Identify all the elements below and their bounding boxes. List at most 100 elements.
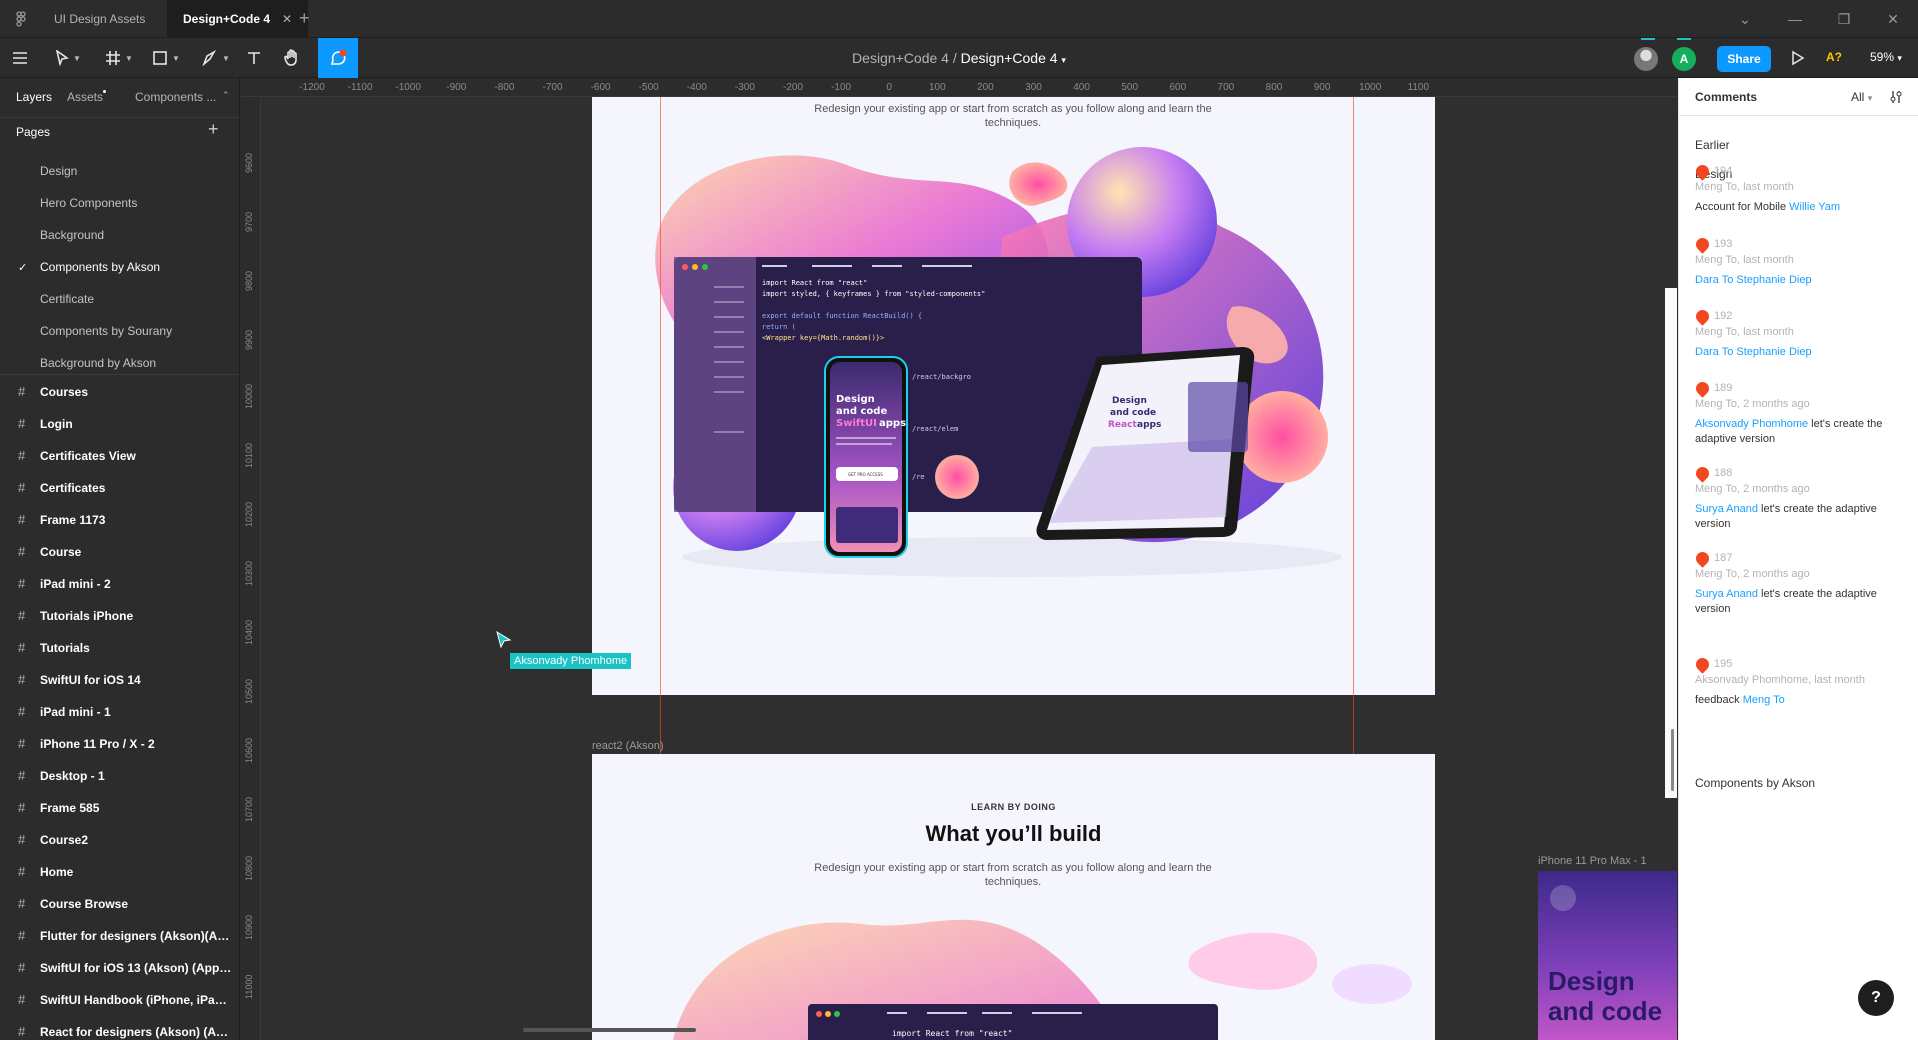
layer-row[interactable]: # SwiftUI Handbook (iPhone, iPad a... bbox=[0, 983, 239, 1015]
layer-row[interactable]: # Tutorials iPhone bbox=[0, 599, 239, 631]
tab-design-code-4[interactable]: Design+Code 4 ✕ bbox=[167, 0, 309, 38]
layer-row[interactable]: # iPad mini - 1 bbox=[0, 695, 239, 727]
frame-tool-button[interactable]: ▼ bbox=[101, 38, 137, 78]
frame-react-hero[interactable]: Redesign your existing app or start from… bbox=[592, 97, 1435, 695]
ruler-tick-label: 9800 bbox=[244, 270, 254, 291]
layer-row[interactable]: # Frame 585 bbox=[0, 791, 239, 823]
ruler-tick-label: 100 bbox=[928, 82, 946, 93]
layer-row[interactable]: # SwiftUI for iOS 13 (Akson) (Appro... bbox=[0, 951, 239, 983]
frame-label[interactable]: react2 (Akson) bbox=[592, 740, 664, 752]
play-icon[interactable] bbox=[1791, 50, 1805, 66]
frame-react2[interactable]: LEARN BY DOING What you’ll build Redesig… bbox=[592, 754, 1435, 1040]
avatar[interactable] bbox=[1634, 47, 1658, 71]
scrollbar-vertical[interactable] bbox=[1665, 288, 1677, 798]
layer-row[interactable]: # Course bbox=[0, 535, 239, 567]
restore-icon[interactable]: ❐ bbox=[1835, 10, 1853, 28]
layer-name: SwiftUI Handbook (iPhone, iPad a... bbox=[40, 993, 232, 1007]
frame-icon: # bbox=[18, 736, 26, 751]
comment-number: 195 bbox=[1714, 658, 1733, 670]
add-page-icon[interactable]: + bbox=[208, 119, 219, 140]
comment-meta: Meng To, 2 months ago bbox=[1695, 483, 1810, 495]
mention-link[interactable]: Dara To Stephanie Diep bbox=[1695, 274, 1812, 286]
comments-panel: Comments All ▾ Earlier Design Components… bbox=[1678, 78, 1918, 1040]
add-tab-icon[interactable]: + bbox=[299, 8, 310, 29]
project-name[interactable]: Design+Code 4 bbox=[852, 50, 949, 66]
page-item[interactable]: Design bbox=[40, 164, 77, 178]
page-item-current[interactable]: Components by Akson bbox=[40, 260, 160, 274]
frame-iphone-11-pro-max[interactable]: Design and code bbox=[1538, 871, 1677, 1040]
figma-logo-icon[interactable] bbox=[12, 10, 30, 28]
filter-label: All bbox=[1851, 90, 1865, 104]
ruler-tick-label: 700 bbox=[1217, 82, 1235, 93]
ruler-tick-label: 9900 bbox=[244, 329, 254, 350]
ruler-tick-label: 9600 bbox=[244, 152, 254, 173]
comments-filter[interactable]: All ▾ bbox=[1851, 90, 1872, 104]
zoom-level[interactable]: 59% ▾ bbox=[1870, 50, 1902, 64]
layer-row[interactable]: # Certificates View bbox=[0, 439, 239, 471]
close-window-icon[interactable]: ✕ bbox=[1884, 10, 1902, 28]
page-item[interactable]: Background bbox=[40, 228, 104, 242]
scrollbar-horizontal[interactable] bbox=[523, 1028, 696, 1032]
minimize-icon[interactable]: — bbox=[1786, 10, 1804, 28]
code-line: import React from "react" bbox=[762, 279, 867, 287]
comment-number: 188 bbox=[1714, 467, 1733, 479]
layer-row[interactable]: # Desktop - 1 bbox=[0, 759, 239, 791]
layer-row[interactable]: # Course2 bbox=[0, 823, 239, 855]
avatar[interactable]: A bbox=[1672, 47, 1696, 71]
mention-link[interactable]: Dara To Stephanie Diep bbox=[1695, 346, 1812, 358]
mention-link[interactable]: Surya Anand bbox=[1695, 588, 1758, 600]
layer-row[interactable]: # Course Browse bbox=[0, 887, 239, 919]
comment-tool-button[interactable] bbox=[318, 38, 358, 78]
layer-row[interactable]: # iPad mini - 2 bbox=[0, 567, 239, 599]
panel-tabs: Layers Assets Components ... ⌃ bbox=[0, 78, 239, 118]
tab-layers[interactable]: Layers bbox=[16, 90, 52, 104]
file-name[interactable]: Design+Code 4 bbox=[961, 50, 1058, 66]
shape-tool-button[interactable]: ▼ bbox=[148, 38, 184, 78]
ruler-tick-label: -100 bbox=[831, 82, 852, 93]
layer-row[interactable]: # Courses bbox=[0, 375, 239, 407]
tab-assets[interactable]: Assets bbox=[67, 90, 103, 104]
page-item[interactable]: Background by Akson bbox=[40, 356, 156, 370]
move-tool-button[interactable]: ▼ bbox=[50, 38, 86, 78]
help-button[interactable]: ? bbox=[1858, 980, 1894, 1016]
accessibility-check-button[interactable]: A? bbox=[1826, 50, 1842, 64]
phone-heading: and code bbox=[836, 406, 887, 417]
frame-icon: # bbox=[18, 384, 26, 399]
mention-link[interactable]: Aksonvady Phomhome bbox=[1695, 418, 1808, 430]
chevron-up-icon[interactable]: ⌃ bbox=[222, 90, 230, 101]
page-item[interactable]: Certificate bbox=[40, 292, 94, 306]
mention-link[interactable]: Willie Yam bbox=[1789, 201, 1840, 213]
layer-row[interactable]: # iPhone 11 Pro / X - 2 bbox=[0, 727, 239, 759]
frame-label[interactable]: iPhone 11 Pro Max - 1 bbox=[1538, 855, 1647, 867]
tab-components[interactable]: Components ... bbox=[135, 90, 216, 104]
layer-row[interactable]: # Home bbox=[0, 855, 239, 887]
comment-meta: Meng To, 2 months ago bbox=[1695, 398, 1810, 410]
text-tool-button[interactable] bbox=[242, 38, 266, 78]
close-icon[interactable]: ✕ bbox=[282, 12, 292, 26]
tab-label: Design+Code 4 bbox=[183, 12, 271, 26]
share-button[interactable]: Share bbox=[1717, 46, 1771, 72]
pen-tool-button[interactable]: ▼ bbox=[198, 38, 234, 78]
layer-row[interactable]: # Tutorials bbox=[0, 631, 239, 663]
layer-row[interactable]: # Login bbox=[0, 407, 239, 439]
layer-row[interactable]: # React for designers (Akson) (App... bbox=[0, 1015, 239, 1040]
layer-row[interactable]: # Flutter for designers (Akson)(App... bbox=[0, 919, 239, 951]
scrollbar-thumb[interactable] bbox=[1671, 729, 1674, 791]
layer-row[interactable]: # Certificates bbox=[0, 471, 239, 503]
main-menu-button[interactable] bbox=[8, 38, 32, 78]
settings-sliders-icon[interactable] bbox=[1889, 90, 1903, 104]
page-item[interactable]: Hero Components bbox=[40, 196, 137, 210]
mention-link[interactable]: Surya Anand bbox=[1695, 503, 1758, 515]
page-item[interactable]: Components by Sourany bbox=[40, 324, 172, 338]
hand-tool-button[interactable] bbox=[280, 38, 304, 78]
layer-row[interactable]: # Frame 1173 bbox=[0, 503, 239, 535]
chevron-down-icon[interactable]: ▾ bbox=[1061, 55, 1066, 65]
chevron-down-icon[interactable]: ⌄ bbox=[1736, 10, 1754, 28]
canvas[interactable]: -1200 -1100 -1000 -900 -800 -700 -600 -500 -400-… bbox=[241, 78, 1677, 1040]
layer-row[interactable]: # SwiftUI for iOS 14 bbox=[0, 663, 239, 695]
chevron-down-icon: ▾ bbox=[1867, 93, 1873, 103]
tab-ui-design-assets[interactable]: UI Design Assets bbox=[38, 0, 161, 38]
code-line: /react/backgro bbox=[912, 373, 971, 381]
ruler-tick-label: 800 bbox=[1265, 82, 1283, 93]
mention-link[interactable]: Meng To bbox=[1743, 694, 1785, 706]
